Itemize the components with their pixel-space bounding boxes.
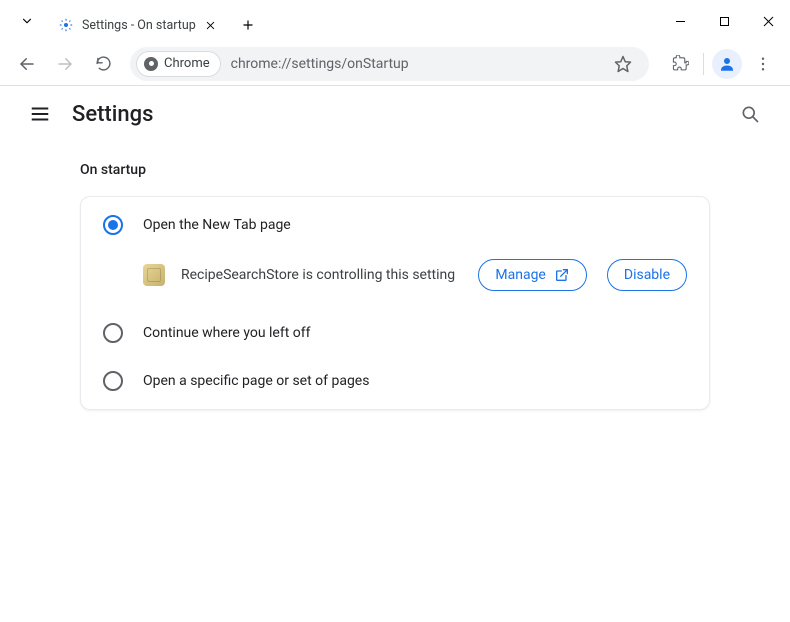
option-label: Continue where you left off — [143, 325, 311, 341]
radio-new-tab[interactable] — [103, 215, 123, 235]
section-title: On startup — [80, 162, 710, 178]
extension-icon — [143, 264, 165, 286]
close-window-button[interactable] — [746, 6, 790, 36]
minimize-button[interactable] — [658, 6, 702, 36]
browser-toolbar: Chrome chrome://settings/onStartup — [0, 42, 790, 86]
option-specific[interactable]: Open a specific page or set of pages — [81, 357, 709, 405]
option-label: Open the New Tab page — [143, 217, 291, 233]
hamburger-icon — [29, 103, 51, 125]
startup-card: Open the New Tab page RecipeSearchStore … — [80, 196, 710, 410]
option-label: Open a specific page or set of pages — [143, 373, 369, 389]
star-icon — [614, 55, 632, 73]
tab-close-button[interactable] — [202, 17, 218, 33]
close-icon — [205, 20, 216, 31]
manage-button[interactable]: Manage — [478, 259, 586, 291]
tab-title: Settings - On startup — [82, 18, 196, 33]
plus-icon — [241, 18, 255, 32]
settings-content: On startup Open the New Tab page RecipeS… — [0, 142, 790, 410]
maximize-icon — [719, 16, 730, 27]
maximize-button[interactable] — [702, 6, 746, 36]
address-bar[interactable]: Chrome chrome://settings/onStartup — [130, 47, 649, 81]
reload-icon — [95, 55, 112, 72]
dots-vertical-icon — [754, 55, 772, 73]
gear-icon — [58, 17, 74, 33]
browser-tab[interactable]: Settings - On startup — [48, 8, 228, 42]
close-icon — [763, 16, 774, 27]
url-text: chrome://settings/onStartup — [231, 56, 409, 72]
option-continue[interactable]: Continue where you left off — [81, 309, 709, 357]
radio-specific[interactable] — [103, 371, 123, 391]
open-in-new-icon — [554, 267, 570, 283]
puzzle-icon — [672, 55, 689, 72]
search-settings-button[interactable] — [730, 94, 770, 134]
reload-button[interactable] — [86, 47, 120, 81]
disable-button[interactable]: Disable — [607, 259, 687, 291]
site-info-chip[interactable]: Chrome — [136, 51, 221, 77]
chrome-logo-icon — [144, 57, 158, 71]
window-controls — [658, 0, 790, 42]
option-new-tab[interactable]: Open the New Tab page — [81, 201, 709, 249]
profile-button[interactable] — [712, 49, 742, 79]
settings-header: Settings — [0, 86, 790, 142]
kebab-menu-button[interactable] — [746, 47, 780, 81]
chevron-down-icon — [20, 14, 34, 28]
back-button[interactable] — [10, 47, 44, 81]
radio-continue[interactable] — [103, 323, 123, 343]
search-icon — [740, 104, 760, 124]
minimize-icon — [675, 16, 686, 27]
manage-label: Manage — [495, 267, 545, 283]
page-title: Settings — [72, 102, 153, 127]
extension-notice-text: RecipeSearchStore is controlling this se… — [181, 267, 462, 283]
bookmark-button[interactable] — [609, 50, 637, 78]
arrow-left-icon — [18, 55, 36, 73]
person-icon — [718, 55, 736, 73]
site-info-label: Chrome — [164, 56, 210, 71]
new-tab-button[interactable] — [234, 11, 262, 39]
arrow-right-icon — [56, 55, 74, 73]
extension-notice-row: RecipeSearchStore is controlling this se… — [81, 249, 709, 309]
menu-button[interactable] — [20, 94, 60, 134]
forward-button[interactable] — [48, 47, 82, 81]
disable-label: Disable — [624, 267, 670, 283]
tabs-dropdown-button[interactable] — [10, 4, 44, 38]
extensions-button[interactable] — [663, 47, 697, 81]
titlebar: Settings - On startup — [0, 0, 790, 42]
